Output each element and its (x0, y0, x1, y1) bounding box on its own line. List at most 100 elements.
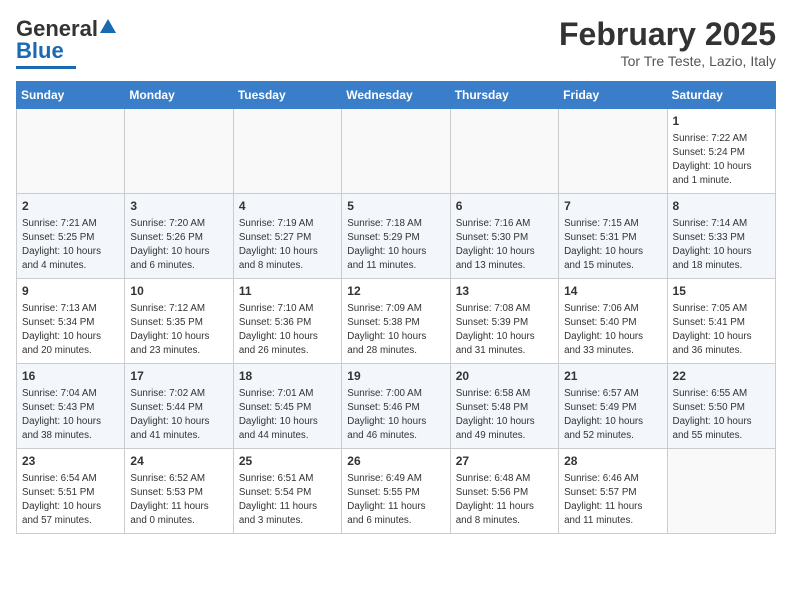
day-number: 16 (22, 368, 119, 385)
calendar-cell: 27Sunrise: 6:48 AM Sunset: 5:56 PM Dayli… (450, 449, 558, 534)
day-info: Sunrise: 7:06 AM Sunset: 5:40 PM Dayligh… (564, 302, 661, 359)
calendar-cell (17, 109, 125, 194)
calendar-cell: 3 Sunrise: 7:20 AM Sunset: 5:26 PM Daylig… (125, 194, 233, 279)
day-info: Sunrise: 7:12 AM Sunset: 5:35 PM Dayligh… (130, 302, 227, 359)
day-number: 20 (456, 368, 553, 385)
day-number: 18 (239, 368, 336, 385)
logo-triangle-icon (99, 18, 117, 41)
day-number: 5 (347, 198, 444, 215)
day-number: 22 (673, 368, 770, 385)
location-subtitle: Tor Tre Teste, Lazio, Italy (559, 53, 776, 69)
col-header-thursday: Thursday (450, 82, 558, 109)
day-number: 1 (673, 113, 770, 130)
day-number: 11 (239, 283, 336, 300)
day-number: 8 (673, 198, 770, 215)
calendar-cell (342, 109, 450, 194)
day-info: Sunrise: 7:16 AM Sunset: 5:30 PM Dayligh… (456, 217, 553, 274)
calendar-cell: 24 Sunrise: 6:52 AM Sunset: 5:53 PM Dayli… (125, 449, 233, 534)
calendar-cell: 8Sunrise: 7:14 AM Sunset: 5:33 PM Daylig… (667, 194, 775, 279)
day-number: 17 (130, 368, 227, 385)
day-info: Sunrise: 6:51 AM Sunset: 5:54 PM Dayligh… (239, 472, 336, 529)
day-info: Sunrise: 6:46 AM Sunset: 5:57 PM Dayligh… (564, 472, 661, 529)
col-header-sunday: Sunday (17, 82, 125, 109)
calendar-week-row: 16Sunrise: 7:04 AM Sunset: 5:43 PM Dayli… (17, 364, 776, 449)
calendar-cell: 2 Sunrise: 7:21 AM Sunset: 5:25 PM Daylig… (17, 194, 125, 279)
calendar-week-row: 2 Sunrise: 7:21 AM Sunset: 5:25 PM Daylig… (17, 194, 776, 279)
calendar-cell: 28 Sunrise: 6:46 AM Sunset: 5:57 PM Dayli… (559, 449, 667, 534)
day-number: 19 (347, 368, 444, 385)
day-number: 14 (564, 283, 661, 300)
day-number: 26 (347, 453, 444, 470)
calendar-cell (667, 449, 775, 534)
col-header-saturday: Saturday (667, 82, 775, 109)
calendar-cell: 13 Sunrise: 7:08 AM Sunset: 5:39 PM Dayli… (450, 279, 558, 364)
calendar-cell: 9 Sunrise: 7:13 AM Sunset: 5:34 PM Daylig… (17, 279, 125, 364)
day-info: Sunrise: 6:58 AM Sunset: 5:48 PM Dayligh… (456, 387, 553, 444)
calendar-cell: 15 Sunrise: 7:05 AM Sunset: 5:41 PM Dayli… (667, 279, 775, 364)
calendar-week-row: 1 Sunrise: 7:22 AM Sunset: 5:24 PM Daylig… (17, 109, 776, 194)
day-info: Sunrise: 6:52 AM Sunset: 5:53 PM Dayligh… (130, 472, 227, 529)
day-number: 2 (22, 198, 119, 215)
day-info: Sunrise: 7:05 AM Sunset: 5:41 PM Dayligh… (673, 302, 770, 359)
logo-underline (16, 66, 76, 69)
calendar-cell: 22 Sunrise: 6:55 AM Sunset: 5:50 PM Dayli… (667, 364, 775, 449)
day-number: 28 (564, 453, 661, 470)
day-info: Sunrise: 7:09 AM Sunset: 5:38 PM Dayligh… (347, 302, 444, 359)
day-number: 24 (130, 453, 227, 470)
day-number: 3 (130, 198, 227, 215)
col-header-friday: Friday (559, 82, 667, 109)
calendar-cell: 5 Sunrise: 7:18 AM Sunset: 5:29 PM Daylig… (342, 194, 450, 279)
calendar-cell: 20 Sunrise: 6:58 AM Sunset: 5:48 PM Dayli… (450, 364, 558, 449)
calendar-cell: 6 Sunrise: 7:16 AM Sunset: 5:30 PM Daylig… (450, 194, 558, 279)
calendar-cell: 19 Sunrise: 7:00 AM Sunset: 5:46 PM Dayli… (342, 364, 450, 449)
day-info: Sunrise: 7:21 AM Sunset: 5:25 PM Dayligh… (22, 217, 119, 274)
calendar-cell: 23 Sunrise: 6:54 AM Sunset: 5:51 PM Dayli… (17, 449, 125, 534)
day-info: Sunrise: 7:13 AM Sunset: 5:34 PM Dayligh… (22, 302, 119, 359)
calendar-cell: 12 Sunrise: 7:09 AM Sunset: 5:38 PM Dayli… (342, 279, 450, 364)
calendar-cell (450, 109, 558, 194)
day-info: Sunrise: 7:00 AM Sunset: 5:46 PM Dayligh… (347, 387, 444, 444)
calendar-cell (559, 109, 667, 194)
title-area: February 2025 Tor Tre Teste, Lazio, Ital… (559, 16, 776, 69)
col-header-tuesday: Tuesday (233, 82, 341, 109)
day-number: 9 (22, 283, 119, 300)
day-info: Sunrise: 7:08 AM Sunset: 5:39 PM Dayligh… (456, 302, 553, 359)
col-header-wednesday: Wednesday (342, 82, 450, 109)
calendar-week-row: 9 Sunrise: 7:13 AM Sunset: 5:34 PM Daylig… (17, 279, 776, 364)
day-number: 6 (456, 198, 553, 215)
col-header-monday: Monday (125, 82, 233, 109)
day-info: Sunrise: 7:01 AM Sunset: 5:45 PM Dayligh… (239, 387, 336, 444)
day-info: Sunrise: 7:10 AM Sunset: 5:36 PM Dayligh… (239, 302, 336, 359)
calendar-cell: 25 Sunrise: 6:51 AM Sunset: 5:54 PM Dayli… (233, 449, 341, 534)
day-info: Sunrise: 6:54 AM Sunset: 5:51 PM Dayligh… (22, 472, 119, 529)
day-number: 25 (239, 453, 336, 470)
day-number: 10 (130, 283, 227, 300)
day-info: Sunrise: 6:55 AM Sunset: 5:50 PM Dayligh… (673, 387, 770, 444)
day-number: 15 (673, 283, 770, 300)
calendar-cell: 17Sunrise: 7:02 AM Sunset: 5:44 PM Dayli… (125, 364, 233, 449)
calendar-cell: 4 Sunrise: 7:19 AM Sunset: 5:27 PM Daylig… (233, 194, 341, 279)
calendar-cell: 7Sunrise: 7:15 AM Sunset: 5:31 PM Daylig… (559, 194, 667, 279)
calendar-cell: 14 Sunrise: 7:06 AM Sunset: 5:40 PM Dayli… (559, 279, 667, 364)
day-info: Sunrise: 7:19 AM Sunset: 5:27 PM Dayligh… (239, 217, 336, 274)
day-number: 13 (456, 283, 553, 300)
day-info: Sunrise: 7:22 AM Sunset: 5:24 PM Dayligh… (673, 132, 770, 189)
calendar-table: SundayMondayTuesdayWednesdayThursdayFrid… (16, 81, 776, 534)
calendar-cell (233, 109, 341, 194)
calendar-cell: 1 Sunrise: 7:22 AM Sunset: 5:24 PM Daylig… (667, 109, 775, 194)
day-number: 27 (456, 453, 553, 470)
day-number: 23 (22, 453, 119, 470)
logo-blue: Blue (16, 38, 64, 64)
calendar-cell (125, 109, 233, 194)
month-title: February 2025 (559, 16, 776, 53)
calendar-cell: 10 Sunrise: 7:12 AM Sunset: 5:35 PM Dayli… (125, 279, 233, 364)
day-info: Sunrise: 7:20 AM Sunset: 5:26 PM Dayligh… (130, 217, 227, 274)
calendar-cell: 18 Sunrise: 7:01 AM Sunset: 5:45 PM Dayli… (233, 364, 341, 449)
day-number: 21 (564, 368, 661, 385)
day-number: 12 (347, 283, 444, 300)
day-info: Sunrise: 7:18 AM Sunset: 5:29 PM Dayligh… (347, 217, 444, 274)
calendar-cell: 26 Sunrise: 6:49 AM Sunset: 5:55 PM Dayli… (342, 449, 450, 534)
day-number: 4 (239, 198, 336, 215)
day-number: 7 (564, 198, 661, 215)
day-info: Sunrise: 6:49 AM Sunset: 5:55 PM Dayligh… (347, 472, 444, 529)
